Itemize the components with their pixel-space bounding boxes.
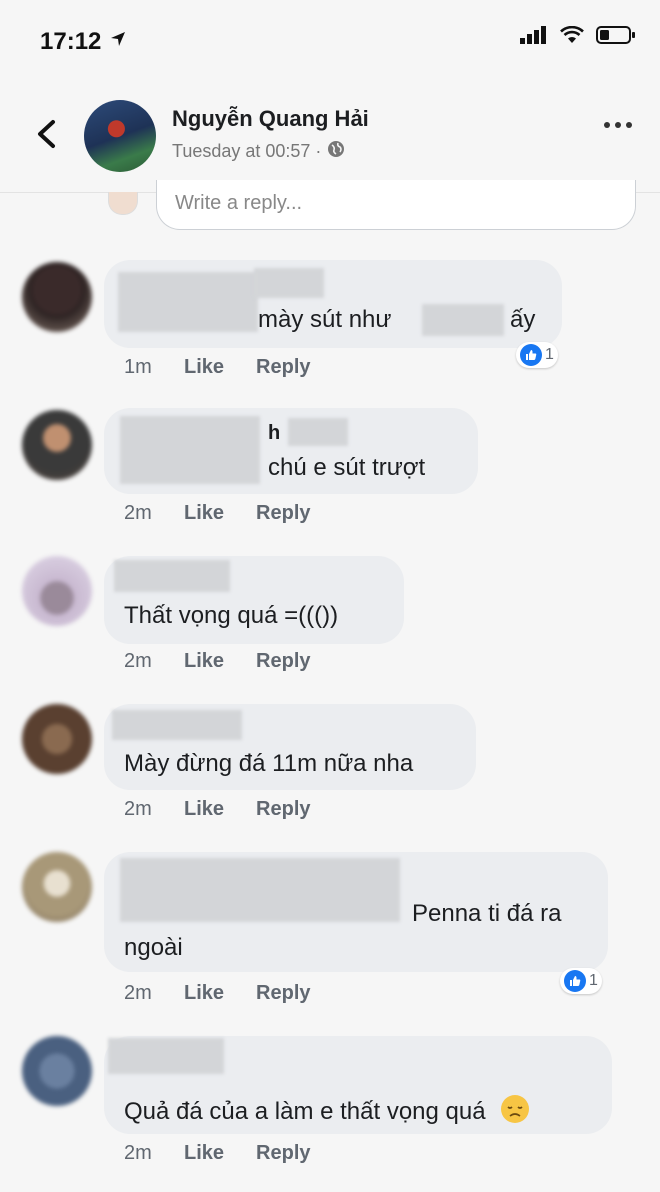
- commenter-avatar[interactable]: [22, 704, 92, 774]
- post-time-text: Tuesday at 00:57 ·: [172, 141, 322, 161]
- post-header: Nguyễn Quang Hải Tuesday at 00:57 ·: [0, 82, 660, 193]
- like-button[interactable]: Like: [184, 798, 224, 821]
- comment-bubble[interactable]: Mày đừng đá 11m nữa nha: [104, 704, 476, 790]
- author-name[interactable]: Nguyễn Quang Hải: [172, 106, 369, 132]
- current-user-avatar: [108, 192, 138, 215]
- reply-button[interactable]: Reply: [256, 982, 310, 1005]
- post-timestamp: Tuesday at 00:57 ·: [172, 140, 345, 163]
- reaction-count[interactable]: 1: [516, 342, 558, 368]
- battery-icon: [596, 26, 636, 49]
- status-time: 17:12: [40, 28, 102, 55]
- reply-button[interactable]: Reply: [256, 1142, 310, 1165]
- location-arrow-icon: [110, 31, 126, 52]
- comment-actions: 2m Like Reply: [124, 982, 311, 1005]
- redacted-name: [120, 858, 400, 922]
- dot-icon: [604, 122, 610, 128]
- like-button[interactable]: Like: [184, 982, 224, 1005]
- author-avatar[interactable]: [84, 100, 156, 172]
- redacted-name: [254, 268, 324, 298]
- comment-text-content: Quả đá của a làm e thất vọng quá: [124, 1097, 486, 1125]
- comment-text: Penna ti đá ra: [412, 900, 562, 927]
- comment-actions: 2m Like Reply: [124, 650, 311, 673]
- comment-time: 2m: [124, 798, 152, 820]
- dot-icon: [615, 122, 621, 128]
- commenter-avatar[interactable]: [22, 556, 92, 626]
- redacted-name: [118, 272, 258, 332]
- comment-time: 2m: [124, 982, 152, 1004]
- comment-actions: 2m Like Reply: [124, 798, 311, 821]
- comment-text: Thất vọng quá =((()): [124, 602, 339, 629]
- redacted-name: [114, 560, 230, 592]
- reaction-number: 1: [589, 972, 598, 989]
- redacted-name: [112, 710, 242, 740]
- wifi-icon: [560, 25, 584, 49]
- reaction-count[interactable]: 1: [560, 968, 602, 994]
- commenter-avatar[interactable]: [22, 262, 92, 332]
- redacted-name: [120, 416, 260, 484]
- chevron-left-icon: [38, 120, 55, 148]
- like-reaction-icon: [564, 970, 586, 992]
- reply-button[interactable]: Reply: [256, 798, 310, 821]
- reply-button[interactable]: Reply: [256, 650, 310, 673]
- comment-time: 2m: [124, 1142, 152, 1164]
- comment-actions: 2m Like Reply: [124, 502, 311, 525]
- reply-button[interactable]: Reply: [256, 356, 310, 379]
- comment-text-line2: ngoài: [124, 934, 183, 961]
- reply-button[interactable]: Reply: [256, 502, 310, 525]
- comment-actions: 2m Like Reply: [124, 1142, 311, 1165]
- comment-time: 1m: [124, 356, 152, 378]
- like-reaction-icon: [520, 344, 542, 366]
- comment-text: Mày đừng đá 11m nữa nha: [124, 750, 414, 777]
- redacted-name: [108, 1038, 224, 1074]
- disappointed-face-icon: [500, 1094, 530, 1131]
- status-bar: 17:12: [0, 0, 660, 80]
- reaction-number: 1: [545, 346, 554, 363]
- commenter-avatar[interactable]: [22, 852, 92, 922]
- commenter-avatar[interactable]: [22, 1036, 92, 1106]
- redacted-text: [422, 304, 504, 336]
- redacted-name: [288, 418, 348, 446]
- more-options-button[interactable]: [604, 122, 632, 128]
- comment-actions: 1m Like Reply: [124, 356, 311, 379]
- globe-icon: [327, 140, 345, 163]
- comment-time: 2m: [124, 502, 152, 524]
- comment-bubble[interactable]: h chú e sút trượt: [104, 408, 478, 494]
- comment-bubble[interactable]: Penna ti đá ra ngoài: [104, 852, 608, 972]
- back-button[interactable]: [26, 114, 66, 154]
- comment-bubble[interactable]: Thất vọng quá =((()): [104, 556, 404, 644]
- like-button[interactable]: Like: [184, 356, 224, 379]
- comment-bubble[interactable]: mày sút như ấy: [104, 260, 562, 348]
- reply-row: Write a reply...: [0, 180, 660, 234]
- comment-author-fragment: h: [268, 422, 281, 444]
- comment-time: 2m: [124, 650, 152, 672]
- like-button[interactable]: Like: [184, 1142, 224, 1165]
- status-indicators: [520, 25, 636, 49]
- comment-bubble[interactable]: Quả đá của a làm e thất vọng quá: [104, 1036, 612, 1134]
- comment-text-end: ấy: [510, 306, 536, 333]
- like-button[interactable]: Like: [184, 502, 224, 525]
- commenter-avatar[interactable]: [22, 410, 92, 480]
- comment-text: chú e sút trượt: [268, 454, 426, 481]
- dot-icon: [626, 122, 632, 128]
- signal-icon: [520, 26, 548, 49]
- like-button[interactable]: Like: [184, 650, 224, 673]
- reply-input[interactable]: Write a reply...: [156, 180, 636, 230]
- comment-text: Quả đá của a làm e thất vọng quá: [124, 1094, 530, 1131]
- comment-text: mày sút như: [258, 306, 392, 333]
